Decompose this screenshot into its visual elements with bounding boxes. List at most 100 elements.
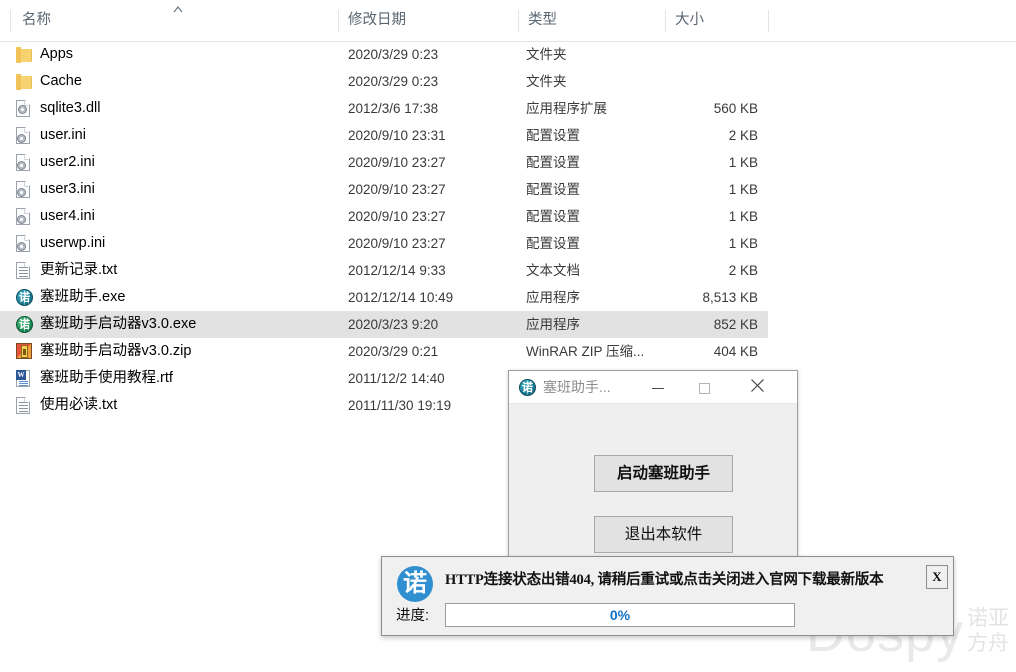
table-row[interactable]: user4.ini 2020/9/10 23:27 配置设置 1 KB xyxy=(0,203,768,230)
table-row[interactable]: Apps 2020/3/29 0:23 文件夹 xyxy=(0,41,768,68)
file-name: user4.ini xyxy=(40,208,95,224)
table-row[interactable]: Cache 2020/3/29 0:23 文件夹 xyxy=(0,68,768,95)
minimize-button[interactable] xyxy=(635,371,680,404)
file-date: 2020/9/10 23:27 xyxy=(348,182,446,197)
file-date: 2020/9/10 23:27 xyxy=(348,155,446,170)
file-name: sqlite3.dll xyxy=(40,100,101,116)
file-list: Apps 2020/3/29 0:23 文件夹 Cache 2020/3/29 … xyxy=(0,41,1016,419)
table-row[interactable]: userwp.ini 2020/9/10 23:27 配置设置 1 KB xyxy=(0,230,768,257)
zip-icon xyxy=(16,343,33,361)
folder-icon xyxy=(16,73,33,91)
file-type: 文件夹 xyxy=(526,47,567,62)
error-alert-dialog: 诺 HTTP连接状态出错404, 请稍后重试或点击关闭进入官网下载最新版本 进度… xyxy=(381,556,954,636)
column-separator xyxy=(665,10,666,32)
file-name: user3.ini xyxy=(40,181,95,197)
file-type: 应用程序 xyxy=(526,290,580,305)
file-size: 1 KB xyxy=(728,209,758,224)
file-type: 文本文档 xyxy=(526,263,580,278)
file-name: 更新记录.txt xyxy=(40,262,118,278)
file-type: 应用程序扩展 xyxy=(526,101,607,116)
file-date: 2020/9/10 23:27 xyxy=(348,236,446,251)
file-name: user2.ini xyxy=(40,154,95,170)
file-name: Apps xyxy=(40,46,74,62)
globe-app-icon: 诺 xyxy=(519,379,536,396)
file-date: 2011/12/2 14:40 xyxy=(348,371,445,386)
dll-icon xyxy=(16,100,33,118)
file-date: 2012/12/14 10:49 xyxy=(348,290,454,305)
file-size: 1 KB xyxy=(728,155,758,170)
column-header-date-modified[interactable]: 修改日期 xyxy=(348,0,508,41)
maximize-button[interactable] xyxy=(682,371,727,404)
table-row[interactable]: user.ini 2020/9/10 23:31 配置设置 2 KB xyxy=(0,122,768,149)
alert-close-button[interactable]: X xyxy=(926,565,948,589)
table-row[interactable]: 更新记录.txt 2012/12/14 9:33 文本文档 2 KB xyxy=(0,257,768,284)
quit-app-button[interactable]: 退出本软件 xyxy=(594,516,733,553)
file-type: 配置设置 xyxy=(526,236,580,251)
file-size xyxy=(600,41,758,68)
table-row[interactable]: user3.ini 2020/9/10 23:27 配置设置 1 KB xyxy=(0,176,768,203)
ini-icon xyxy=(16,127,33,145)
file-name: 塞班助手.exe xyxy=(40,289,126,305)
minimize-icon xyxy=(651,387,664,389)
text-file-icon xyxy=(16,262,33,280)
file-date: 2020/9/10 23:31 xyxy=(348,128,446,143)
file-size: 1 KB xyxy=(728,182,758,197)
file-date: 2020/9/10 23:27 xyxy=(348,209,446,224)
close-button[interactable] xyxy=(735,371,780,404)
column-separator xyxy=(10,10,11,32)
column-separator xyxy=(338,10,339,32)
file-name: 使用必读.txt xyxy=(40,397,118,413)
file-size: 2 KB xyxy=(728,263,758,278)
file-date: 2011/11/30 19:19 xyxy=(348,398,452,413)
ini-icon xyxy=(16,181,33,199)
column-header-type[interactable]: 类型 xyxy=(528,0,658,41)
column-separator xyxy=(518,10,519,32)
file-type: 配置设置 xyxy=(526,128,580,143)
column-header-row: 名称 修改日期 类型 大小 xyxy=(0,0,1016,42)
chevron-up-icon xyxy=(173,5,183,13)
table-row[interactable]: 塞班助手启动器v3.0.zip 2020/3/29 0:21 WinRAR ZI… xyxy=(0,338,768,365)
brand-logo-icon: 诺 xyxy=(397,566,433,602)
folder-icon xyxy=(16,46,33,64)
sort-ascending-icon xyxy=(170,4,186,16)
file-type: 文件夹 xyxy=(526,74,567,89)
file-size: 560 KB xyxy=(713,101,758,116)
progress-percent-text: 0% xyxy=(609,607,631,623)
file-date: 2012/3/6 17:38 xyxy=(348,101,439,116)
file-name: 塞班助手使用教程.rtf xyxy=(40,370,173,386)
file-type: 配置设置 xyxy=(526,155,580,170)
text-file-icon xyxy=(16,397,33,415)
globe-exe-green-icon: 诺 xyxy=(16,316,33,334)
file-date: 2020/3/23 9:20 xyxy=(348,317,439,332)
window-titlebar[interactable]: 诺 塞班助手... xyxy=(509,371,797,404)
launch-app-button[interactable]: 启动塞班助手 xyxy=(594,455,733,492)
table-row[interactable]: user2.ini 2020/9/10 23:27 配置设置 1 KB xyxy=(0,149,768,176)
file-date: 2020/3/29 0:21 xyxy=(348,344,439,359)
ini-icon xyxy=(16,154,33,172)
column-header-size[interactable]: 大小 xyxy=(675,0,760,41)
file-date: 2020/3/29 0:23 xyxy=(348,74,439,89)
file-size: 852 KB xyxy=(713,317,758,332)
file-type: 配置设置 xyxy=(526,182,580,197)
launcher-window: 诺 塞班助手... 启动塞班助手 退出本软件 xyxy=(508,370,798,558)
file-name: user.ini xyxy=(40,127,86,143)
progress-label: 进度: xyxy=(396,608,430,624)
maximize-icon xyxy=(699,382,710,394)
table-row[interactable]: sqlite3.dll 2012/3/6 17:38 应用程序扩展 560 KB xyxy=(0,95,768,122)
file-type: 配置设置 xyxy=(526,209,580,224)
column-separator xyxy=(768,10,769,32)
file-date: 2012/12/14 9:33 xyxy=(348,263,446,278)
file-size xyxy=(600,68,758,95)
file-name: 塞班助手启动器v3.0.zip xyxy=(40,343,192,359)
table-row-selected[interactable]: 诺 塞班助手启动器v3.0.exe 2020/3/23 9:20 应用程序 85… xyxy=(0,311,768,338)
download-progress-bar: 0% xyxy=(445,603,795,627)
launcher-window-body: 启动塞班助手 退出本软件 xyxy=(509,404,797,557)
table-row[interactable]: 诺 塞班助手.exe 2012/12/14 10:49 应用程序 8,513 K… xyxy=(0,284,768,311)
globe-exe-icon: 诺 xyxy=(16,289,33,307)
file-name: Cache xyxy=(40,73,82,89)
close-icon xyxy=(751,379,764,392)
rtf-icon: W xyxy=(16,370,33,388)
file-size: 1 KB xyxy=(728,236,758,251)
ini-icon xyxy=(16,208,33,226)
ini-icon xyxy=(16,235,33,253)
